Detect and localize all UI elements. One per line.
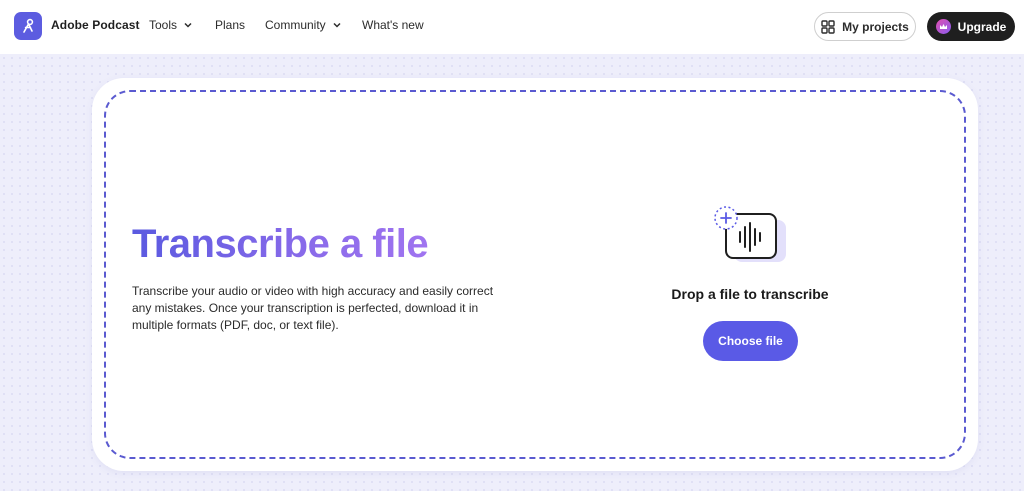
chevron-down-icon: [333, 22, 341, 28]
crown-icon: [935, 19, 951, 34]
upgrade-button[interactable]: Upgrade: [927, 12, 1015, 41]
brand-name[interactable]: Adobe Podcast: [51, 18, 140, 32]
my-projects-button[interactable]: My projects: [814, 12, 916, 41]
top-nav-bar: Adobe Podcast Tools Plans Community What…: [0, 0, 1024, 54]
upgrade-label: Upgrade: [957, 19, 1007, 34]
nav-community-label: Community: [265, 18, 326, 32]
nav-tools-label: Tools: [149, 18, 178, 32]
nav-tools[interactable]: Tools: [149, 18, 193, 32]
my-projects-label: My projects: [842, 19, 909, 34]
choose-file-button[interactable]: Choose file: [703, 321, 798, 361]
nav-plans[interactable]: Plans: [215, 18, 245, 32]
nav-whats-new-label: What's new: [362, 18, 424, 32]
adobe-podcast-logo-icon[interactable]: [14, 12, 42, 40]
nav-whats-new[interactable]: What's new: [362, 18, 424, 32]
grid-icon: [821, 19, 835, 34]
nav-community[interactable]: Community: [265, 18, 342, 32]
file-drop-zone[interactable]: [104, 90, 966, 459]
nav-plans-label: Plans: [215, 18, 246, 32]
drop-file-label: Drop a file to transcribe: [671, 286, 829, 302]
chevron-down-icon: [184, 22, 192, 28]
page-title: Transcribe a file: [132, 222, 429, 266]
audio-file-add-icon: [714, 206, 786, 262]
page-description: Transcribe your audio or video with high…: [132, 284, 494, 332]
